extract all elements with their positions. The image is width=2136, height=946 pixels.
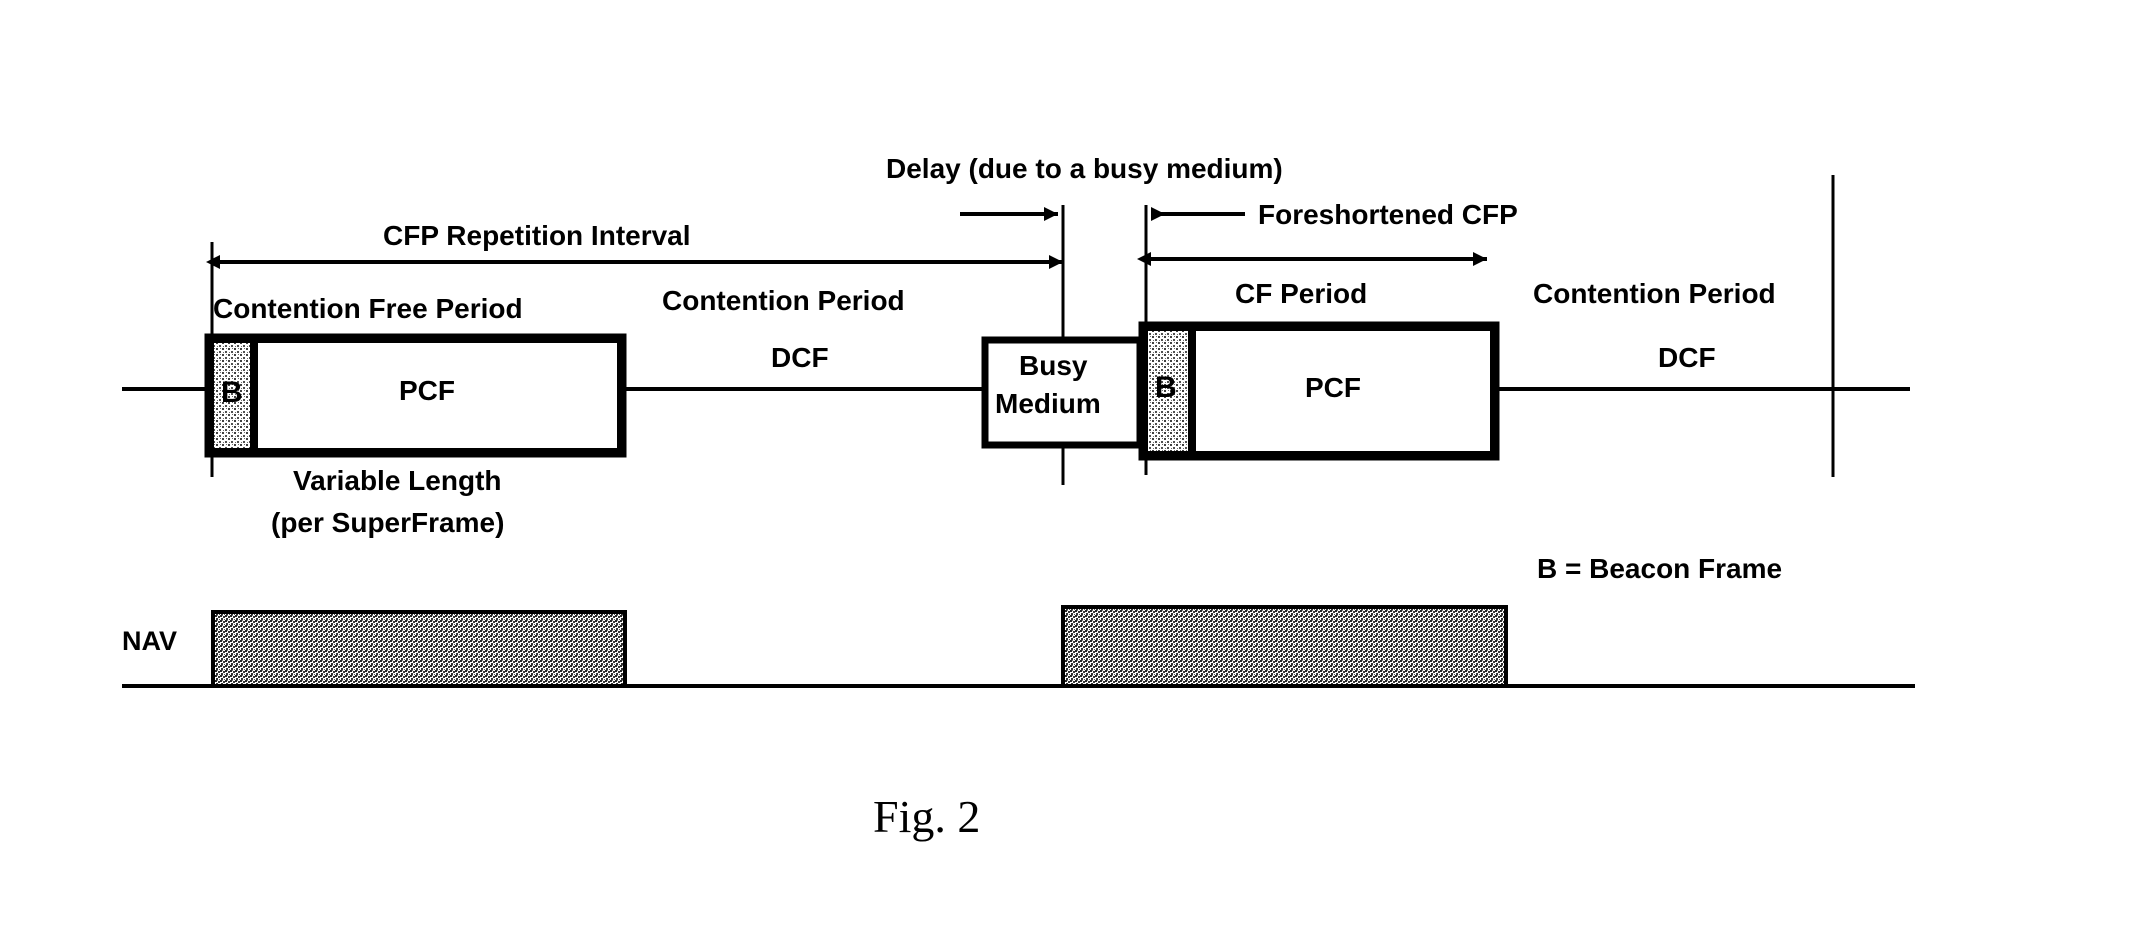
contention-free-period-label: Contention Free Period	[213, 293, 523, 324]
variable-length-line1: Variable Length	[293, 465, 502, 496]
nav-bar-1	[211, 610, 627, 688]
beacon-legend-label: B = Beacon Frame	[1537, 553, 1782, 584]
variable-length-line2: (per SuperFrame)	[271, 507, 504, 538]
beacon-frame-2-label: B	[1155, 371, 1177, 404]
figure-caption: Fig. 2	[873, 791, 980, 842]
dcf-1-label: DCF	[771, 342, 829, 373]
busy-medium-line1: Busy	[1019, 350, 1088, 381]
figure-page: CFP Repetition Interval Contention Free …	[0, 0, 2136, 946]
contention-period-1-label: Contention Period	[662, 285, 905, 316]
beacon-frame-1-label: B	[221, 376, 243, 409]
figure-canvas: CFP Repetition Interval Contention Free …	[122, 153, 1915, 842]
pcf-2-label: PCF	[1305, 372, 1361, 403]
dcf-2-label: DCF	[1658, 342, 1716, 373]
nav-label: NAV	[122, 626, 177, 656]
contention-period-2-label: Contention Period	[1533, 278, 1776, 309]
pcf-1-label: PCF	[399, 375, 455, 406]
foreshortened-cfp-label: Foreshortened CFP	[1258, 199, 1518, 230]
cfp-repetition-interval-label: CFP Repetition Interval	[383, 220, 691, 251]
busy-medium-line2: Medium	[995, 388, 1101, 419]
delay-label: Delay (due to a busy medium)	[886, 153, 1283, 184]
cf-period-label: CF Period	[1235, 278, 1367, 309]
nav-bar-2	[1061, 605, 1508, 688]
